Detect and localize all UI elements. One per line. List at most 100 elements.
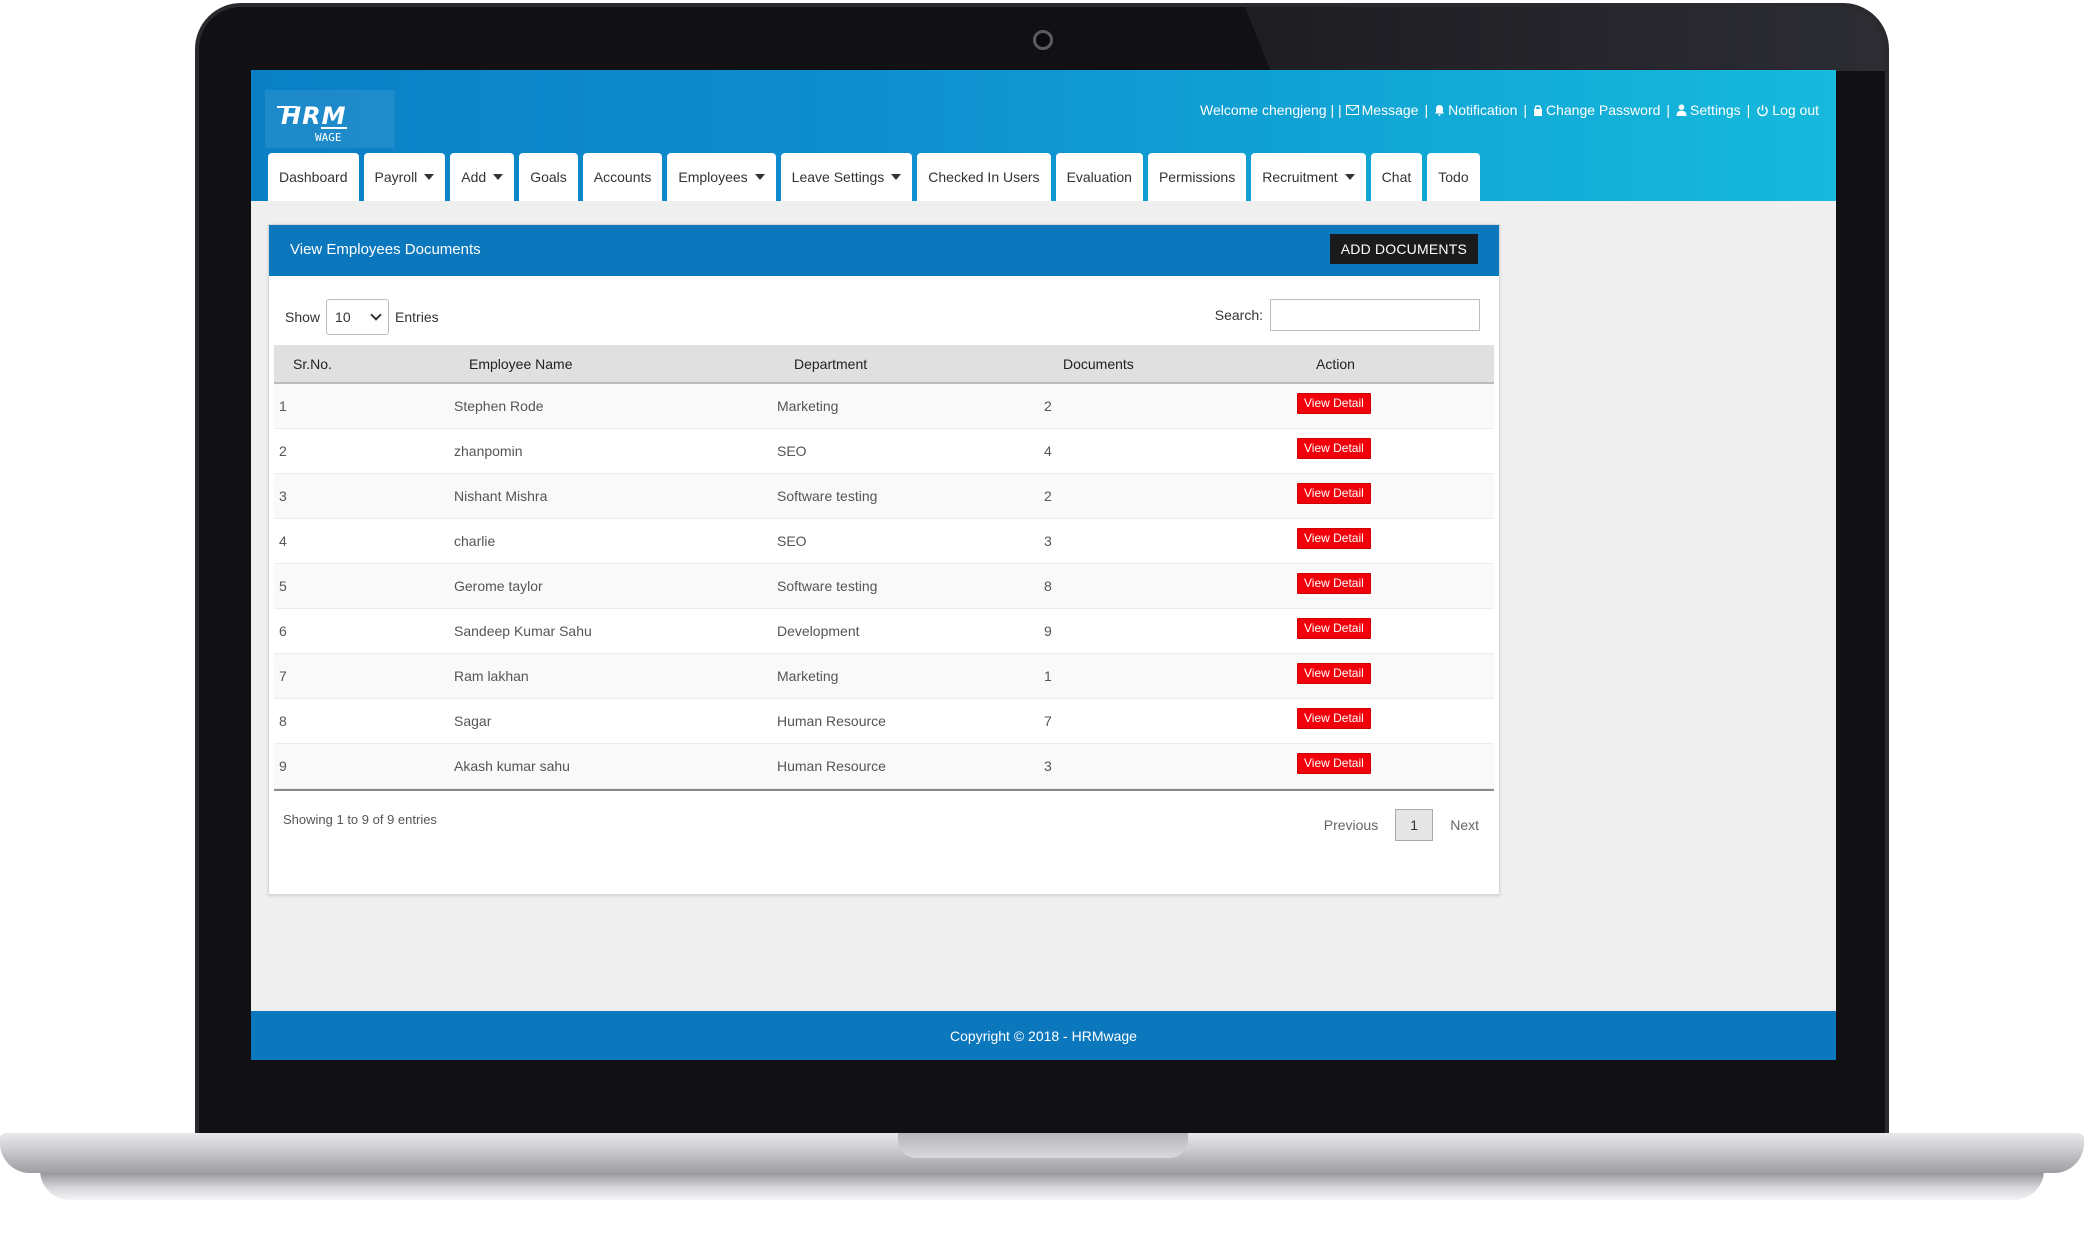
action-cell: View Detail xyxy=(1297,384,1494,428)
view-detail-button[interactable]: View Detail xyxy=(1297,483,1371,505)
nav-tab-payroll[interactable]: Payroll xyxy=(363,153,446,201)
department-cell: SEO xyxy=(777,443,807,459)
documents-count-cell: 3 xyxy=(1044,758,1052,774)
pagination: Previous 1 Next xyxy=(1324,809,1479,841)
employee-name-cell: Nishant Mishra xyxy=(454,488,548,504)
department-cell: Marketing xyxy=(777,668,839,684)
nav-tab-add[interactable]: Add xyxy=(450,153,515,201)
nav-tab-evaluation[interactable]: Evaluation xyxy=(1055,153,1143,201)
column-header-action[interactable]: Action xyxy=(1297,345,1494,382)
action-cell: View Detail xyxy=(1297,654,1494,698)
view-detail-button[interactable]: View Detail xyxy=(1297,753,1371,775)
message-link[interactable]: Message xyxy=(1345,102,1419,118)
page-number-button[interactable]: 1 xyxy=(1395,809,1434,841)
welcome-text: Welcome chengjeng | | xyxy=(1199,102,1342,118)
change-password-label: Change Password xyxy=(1546,102,1661,118)
documents-table: Sr.No. Employee Name Department Document… xyxy=(274,345,1494,791)
view-detail-button[interactable]: View Detail xyxy=(1297,438,1371,460)
add-documents-button[interactable]: ADD DOCUMENTS xyxy=(1329,234,1478,264)
entries-value: 10 xyxy=(335,309,351,325)
action-cell: View Detail xyxy=(1297,519,1494,563)
table-row: 7 Ram lakhan Marketing 1 View Detail xyxy=(274,654,1494,699)
view-detail-button[interactable]: View Detail xyxy=(1297,573,1371,595)
panel-header: View Employees Documents ADD DOCUMENTS xyxy=(269,225,1499,276)
nav-tab-permissions[interactable]: Permissions xyxy=(1147,153,1247,201)
table-row: 1 Stephen Rode Marketing 2 View Detail xyxy=(274,384,1494,429)
action-cell: View Detail xyxy=(1297,564,1494,608)
nav-tab-recruitment[interactable]: Recruitment xyxy=(1251,153,1366,201)
nav-tab-label: Recruitment xyxy=(1262,169,1338,185)
employee-name-cell: charlie xyxy=(454,533,496,549)
footer: Copyright © 2018 - HRMwage xyxy=(251,1011,1836,1060)
logo-subtext: WAGE xyxy=(315,131,342,144)
department-cell: Software testing xyxy=(777,578,878,594)
documents-panel: View Employees Documents ADD DOCUMENTS S… xyxy=(268,224,1500,895)
separator: | xyxy=(1666,102,1671,118)
column-header-employee-name[interactable]: Employee Name xyxy=(454,345,777,382)
nav-tab-label: Add xyxy=(461,169,487,185)
table-info: Showing 1 to 9 of 9 entries xyxy=(283,812,437,827)
next-button[interactable]: Next xyxy=(1450,817,1479,833)
separator: | xyxy=(1523,102,1527,118)
nav-tab-checked-in-users[interactable]: Checked In Users xyxy=(917,153,1051,201)
laptop-notch xyxy=(898,1133,1188,1158)
table-row: 6 Sandeep Kumar Sahu Development 9 View Deta… xyxy=(274,609,1494,654)
nav-tab-accounts[interactable]: Accounts xyxy=(582,153,663,201)
nav-tab-employees[interactable]: Employees xyxy=(667,153,776,201)
nav-tab-leave-settings[interactable]: Leave Settings xyxy=(780,153,913,201)
settings-link[interactable]: Settings xyxy=(1676,102,1741,118)
department-cell: Human Resource xyxy=(777,713,886,729)
view-detail-button[interactable]: View Detail xyxy=(1297,393,1371,415)
settings-label: Settings xyxy=(1690,102,1741,118)
column-header-srno[interactable]: Sr.No. xyxy=(274,345,454,382)
table-row: 8 Sagar Human Resource 7 View Detail xyxy=(274,699,1494,744)
top-header: HRM WAGE Welcome chengjeng | | Message |… xyxy=(251,70,1836,201)
nav-tab-label: Todo xyxy=(1438,169,1469,185)
table-row: 5 Gerome taylor Software testing 8 View Deta… xyxy=(274,564,1494,609)
logout-link[interactable]: Log out xyxy=(1756,102,1819,118)
nav-tab-chat[interactable]: Chat xyxy=(1370,153,1423,201)
lock-icon xyxy=(1534,105,1542,116)
employee-name-cell: zhanpomin xyxy=(454,443,523,459)
nav-tab-label: Evaluation xyxy=(1066,169,1132,185)
search-input[interactable] xyxy=(1270,299,1480,331)
employee-name-cell: Stephen Rode xyxy=(454,398,544,414)
documents-count-cell: 8 xyxy=(1044,578,1052,594)
nav-tab-label: Leave Settings xyxy=(791,169,885,185)
employee-name-cell: Sagar xyxy=(454,713,492,729)
nav-tab-label: Permissions xyxy=(1158,169,1236,185)
action-cell: View Detail xyxy=(1297,699,1494,743)
nav-tab-goals[interactable]: Goals xyxy=(519,153,578,201)
laptop-base-bottom xyxy=(40,1170,2044,1200)
employee-name-cell: Gerome taylor xyxy=(454,578,543,594)
logo-text: HRM xyxy=(281,102,347,130)
view-detail-button[interactable]: View Detail xyxy=(1297,708,1371,730)
nav-tab-label: Payroll xyxy=(374,169,418,185)
srno-cell: 6 xyxy=(279,623,287,639)
column-header-documents[interactable]: Documents xyxy=(1044,345,1297,382)
previous-button[interactable]: Previous xyxy=(1324,817,1378,833)
entries-select[interactable]: 10 xyxy=(326,299,390,335)
caret-down-icon xyxy=(1344,174,1355,180)
employee-name-cell: Sandeep Kumar Sahu xyxy=(454,623,592,639)
view-detail-button[interactable]: View Detail xyxy=(1297,618,1371,640)
change-password-link[interactable]: Change Password xyxy=(1533,102,1660,118)
nav-tab-dashboard[interactable]: Dashboard xyxy=(268,153,359,201)
chevron-down-icon xyxy=(370,309,382,321)
srno-cell: 2 xyxy=(279,443,287,459)
srno-cell: 1 xyxy=(279,398,287,414)
caret-down-icon xyxy=(754,174,765,180)
table-row: 9 Akash kumar sahu Human Resource 3 View Det… xyxy=(274,744,1494,789)
entries-control: Show 10 Entries xyxy=(285,299,439,335)
logo-arrow xyxy=(321,127,347,129)
notification-link[interactable]: Notification xyxy=(1434,102,1517,118)
notification-label: Notification xyxy=(1448,102,1518,118)
search-control: Search: xyxy=(1215,299,1480,331)
search-label: Search: xyxy=(1214,307,1263,323)
table-row: 4 charlie SEO 3 View Detail xyxy=(274,519,1494,564)
column-header-department[interactable]: Department xyxy=(777,345,1044,382)
view-detail-button[interactable]: View Detail xyxy=(1297,528,1371,550)
view-detail-button[interactable]: View Detail xyxy=(1297,663,1371,685)
nav-tab-todo[interactable]: Todo xyxy=(1427,153,1480,201)
message-label: Message xyxy=(1361,102,1419,118)
